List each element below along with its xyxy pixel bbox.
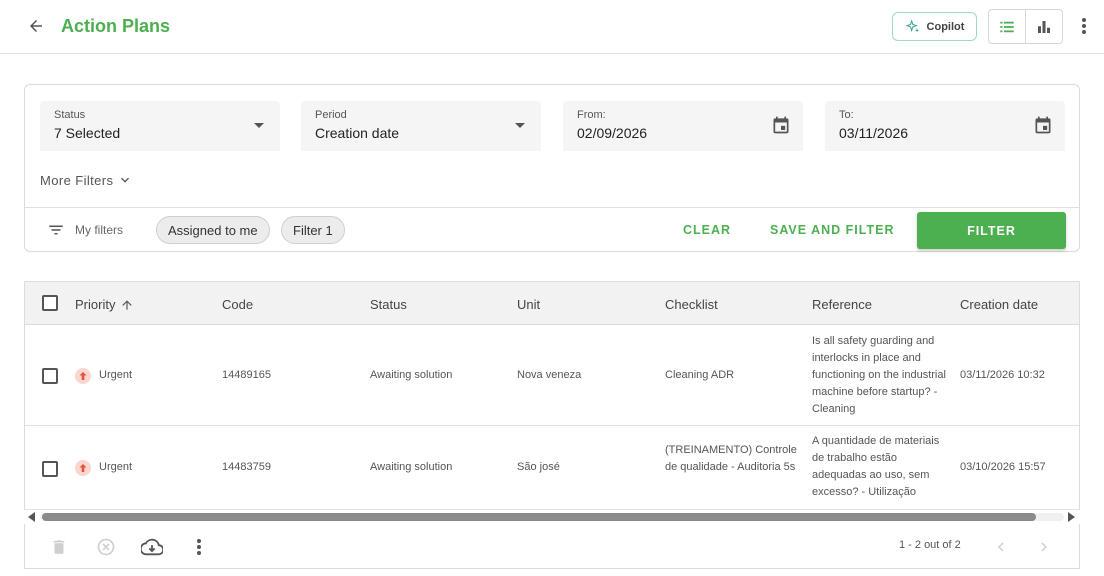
list-icon — [1000, 21, 1014, 32]
column-header-checklist[interactable]: Checklist — [665, 297, 718, 312]
status-select[interactable]: Status 7 Selected — [40, 101, 280, 151]
urgent-priority-icon — [75, 459, 91, 476]
column-header-code[interactable]: Code — [222, 297, 253, 312]
urgent-priority-icon — [75, 367, 91, 384]
app-bar: Action Plans Copilot — [0, 0, 1104, 54]
chevron-down-icon — [121, 177, 130, 183]
page-title: Action Plans — [61, 16, 171, 36]
filter-list-icon — [49, 225, 63, 235]
list-view-button[interactable] — [989, 10, 1025, 43]
unit-cell: São josé — [517, 461, 560, 473]
code-cell: 14483759 — [222, 461, 271, 473]
status-cell: Awaiting solution — [370, 369, 453, 381]
from-label: From: — [577, 109, 606, 121]
select-all-checkbox[interactable] — [42, 295, 58, 311]
status-label: Status — [54, 109, 86, 121]
period-select[interactable]: Period Creation date — [301, 101, 541, 151]
filter-button[interactable]: FILTER — [917, 212, 1066, 249]
priority-cell: Urgent — [75, 459, 132, 476]
next-page-icon[interactable] — [1033, 536, 1055, 558]
to-label: To: — [839, 109, 854, 121]
chart-view-button[interactable] — [1025, 10, 1062, 43]
row-checkbox[interactable] — [42, 461, 58, 477]
to-value: 03/11/2026 — [839, 125, 909, 141]
more-filters-toggle[interactable]: More Filters — [40, 172, 133, 188]
column-label: Priority — [75, 297, 116, 312]
filter-chip-filter-1[interactable]: Filter 1 — [281, 216, 345, 244]
priority-label: Urgent — [99, 461, 133, 473]
creation-date-cell: 03/10/2026 15:57 — [960, 461, 1046, 473]
cancel-circle-icon[interactable] — [95, 536, 117, 558]
clear-button[interactable]: CLEAR — [683, 223, 731, 237]
save-and-filter-button[interactable]: SAVE AND FILTER — [770, 223, 895, 237]
status-cell: Awaiting solution — [370, 461, 453, 473]
horizontal-scrollbar[interactable] — [24, 510, 1080, 524]
reference-cell: A quantidade de materiais de trabalho es… — [812, 435, 940, 498]
bar-chart-icon — [1038, 20, 1050, 33]
period-label: Period — [315, 109, 347, 121]
column-header-reference[interactable]: Reference — [812, 297, 872, 312]
table-footer: 1 - 2 out of 2 — [24, 524, 1080, 569]
scroll-right-arrow-icon[interactable] — [1068, 512, 1075, 522]
status-value: 7 Selected — [54, 125, 121, 141]
calendar-icon[interactable] — [1033, 115, 1053, 140]
from-date-field[interactable]: From: 02/09/2026 — [563, 101, 803, 151]
delete-icon[interactable] — [48, 536, 70, 558]
column-header-unit[interactable]: Unit — [517, 297, 540, 312]
sparkle-icon — [904, 18, 919, 32]
row-checkbox[interactable] — [42, 368, 58, 384]
scroll-thumb[interactable] — [42, 513, 1036, 521]
view-toggle — [988, 9, 1063, 44]
priority-cell: Urgent — [75, 367, 132, 384]
priority-label: Urgent — [99, 369, 133, 381]
copilot-label: Copilot — [926, 20, 965, 33]
period-value: Creation date — [315, 125, 400, 141]
my-filters-button[interactable]: My filters — [47, 221, 123, 239]
reference-cell: Is all safety guarding and interlocks in… — [812, 335, 946, 415]
dropdown-caret-icon — [515, 123, 525, 128]
action-plans-table: Priority Code Status Unit Checklist Refe… — [24, 281, 1080, 510]
column-header-status[interactable]: Status — [370, 297, 407, 312]
table-row[interactable]: Urgent 14483759 Awaiting solution São jo… — [25, 426, 1079, 510]
divider — [25, 207, 1079, 208]
unit-cell: Nova veneza — [517, 369, 582, 381]
pagination-info: 1 - 2 out of 2 — [899, 539, 961, 551]
column-header-priority[interactable]: Priority — [75, 297, 134, 312]
checklist-cell: Cleaning ADR — [665, 369, 735, 381]
copilot-button[interactable]: Copilot — [892, 12, 977, 41]
cloud-download-icon[interactable] — [141, 536, 163, 558]
to-date-field[interactable]: To: 03/11/2026 — [825, 101, 1065, 151]
filters-panel: Status 7 Selected Period Creation date F… — [24, 84, 1080, 252]
table-row[interactable]: Urgent 14489165 Awaiting solution Nova v… — [25, 325, 1079, 426]
more-options-icon[interactable] — [1074, 14, 1094, 38]
previous-page-icon[interactable] — [990, 536, 1012, 558]
column-header-creation-date[interactable]: Creation date — [960, 297, 1038, 312]
scroll-left-arrow-icon[interactable] — [28, 512, 35, 522]
table-header: Priority Code Status Unit Checklist Refe… — [25, 282, 1079, 325]
more-filters-label: More Filters — [40, 172, 114, 188]
from-value: 02/09/2026 — [577, 125, 648, 141]
my-filters-label: My filters — [75, 223, 123, 237]
checklist-cell: (TREINAMENTO) Controle de qualidade - Au… — [665, 444, 797, 473]
more-actions-icon[interactable] — [188, 536, 210, 558]
code-cell: 14489165 — [222, 369, 271, 381]
filter-chip-assigned-to-me[interactable]: Assigned to me — [156, 216, 270, 244]
sort-arrow-up-icon — [122, 299, 133, 310]
dropdown-caret-icon — [254, 123, 264, 128]
creation-date-cell: 03/11/2026 10:32 — [960, 369, 1045, 381]
back-arrow-icon[interactable] — [22, 12, 50, 40]
calendar-icon[interactable] — [771, 115, 791, 140]
